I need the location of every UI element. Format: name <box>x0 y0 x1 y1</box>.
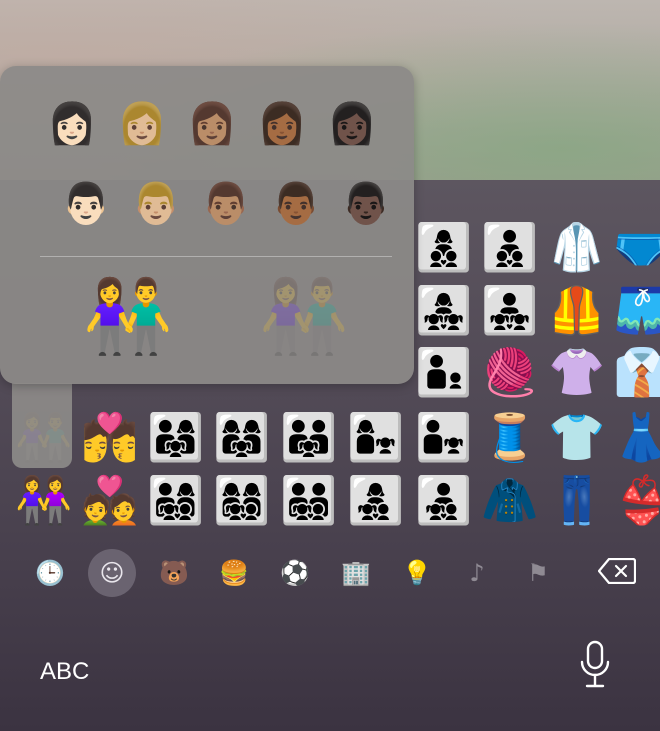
emoji-key[interactable]: 👨‍👧‍👦 <box>412 468 476 532</box>
skin-tone-option[interactable]: 👩🏻 <box>42 94 102 154</box>
microphone-icon[interactable] <box>578 640 612 690</box>
animals-icon[interactable]: 🐻 <box>150 549 198 597</box>
popup-divider <box>40 256 392 257</box>
skin-tone-option[interactable]: 👩🏾 <box>252 94 312 154</box>
skin-tone-option[interactable]: 👩🏿 <box>322 94 382 154</box>
emoji-key[interactable]: 👙 <box>610 468 660 532</box>
emoji-key[interactable]: 👨‍👩‍👧 <box>144 405 208 469</box>
default-couple-option[interactable]: 👫 <box>78 266 178 366</box>
activity-icon[interactable]: ⚽ <box>271 549 319 597</box>
custom-couple-option[interactable]: 👫 <box>254 266 354 366</box>
emoji-key[interactable]: 👩‍👦‍👦 <box>412 215 476 279</box>
emoji-key[interactable]: 👨‍👨‍👧 <box>277 405 341 469</box>
recent-icon[interactable]: 🕒 <box>26 549 74 597</box>
emoji-key[interactable]: 👨‍👦 <box>412 340 476 404</box>
emoji-key[interactable]: 🧵 <box>478 405 542 469</box>
skin-tone-option[interactable]: 👩🏼 <box>112 94 172 154</box>
skin-tone-option[interactable]: 👨🏾 <box>266 174 326 234</box>
emoji-key[interactable]: 👩‍👩‍👧‍👦 <box>210 468 274 532</box>
emoji-key[interactable]: 👩‍👧‍👦 <box>344 468 408 532</box>
emoji-key[interactable]: 👩‍👧 <box>344 405 408 469</box>
emoji-key[interactable]: 🧶 <box>478 340 542 404</box>
skin-tone-option[interactable]: 👨🏼 <box>126 174 186 234</box>
emoji-key[interactable]: 💏 <box>78 405 142 469</box>
category-bar: 🕒 ☺ 🐻 🍔 ⚽ 🏢 💡 ♪ ⚑ <box>0 545 660 601</box>
food-icon[interactable]: 🍔 <box>210 549 258 597</box>
emoji-key[interactable]: 🥼 <box>545 215 609 279</box>
skin-tone-option[interactable]: 👨🏻 <box>56 174 116 234</box>
emoji-key[interactable]: 👕 <box>545 405 609 469</box>
emoji-key[interactable]: 👨‍👧‍👧 <box>478 278 542 342</box>
emoji-key[interactable]: 👗 <box>610 405 660 469</box>
emoji-key[interactable]: 👨‍👩‍👧‍👦 <box>144 468 208 532</box>
emoji-key[interactable]: 👩‍👩‍👧 <box>210 405 274 469</box>
backspace-icon[interactable] <box>597 557 637 585</box>
emoji-key[interactable]: 🩲 <box>610 215 660 279</box>
symbols-icon[interactable]: ♪ <box>453 549 501 597</box>
emoji-key[interactable]: 🧥 <box>478 468 542 532</box>
skin-tone-option[interactable]: 👨🏽 <box>196 174 256 234</box>
emoji-key[interactable]: 👖 <box>545 468 609 532</box>
emoji-key[interactable]: 👚 <box>545 340 609 404</box>
emoji-key[interactable]: 🩳 <box>610 278 660 342</box>
skin-tone-popup: 👩🏻 👩🏼 👩🏽 👩🏾 👩🏿 👨🏻 👨🏼 👨🏽 👨🏾 👨🏿 👫 👫 <box>0 66 414 384</box>
emoji-key[interactable]: 👨‍👨‍👧‍👦 <box>277 468 341 532</box>
smileys-icon[interactable]: ☺ <box>88 549 136 597</box>
emoji-key[interactable]: 🦺 <box>545 278 609 342</box>
skin-tone-option[interactable]: 👨🏿 <box>336 174 396 234</box>
popup-anchor-key <box>12 383 72 468</box>
flags-icon[interactable]: ⚑ <box>514 549 562 597</box>
emoji-key[interactable]: 💑 <box>78 468 142 532</box>
abc-keyboard-switch[interactable]: ABC <box>40 658 89 686</box>
emoji-key[interactable]: 👨‍👧 <box>412 405 476 469</box>
emoji-key[interactable]: 👭 <box>12 468 76 532</box>
emoji-key[interactable]: 👨‍👦‍👦 <box>478 215 542 279</box>
objects-icon[interactable]: 💡 <box>393 549 441 597</box>
travel-icon[interactable]: 🏢 <box>332 549 380 597</box>
emoji-key[interactable]: 👩‍👧‍👧 <box>412 278 476 342</box>
skin-tone-option[interactable]: 👩🏽 <box>182 94 242 154</box>
emoji-key[interactable]: 👔 <box>610 340 660 404</box>
